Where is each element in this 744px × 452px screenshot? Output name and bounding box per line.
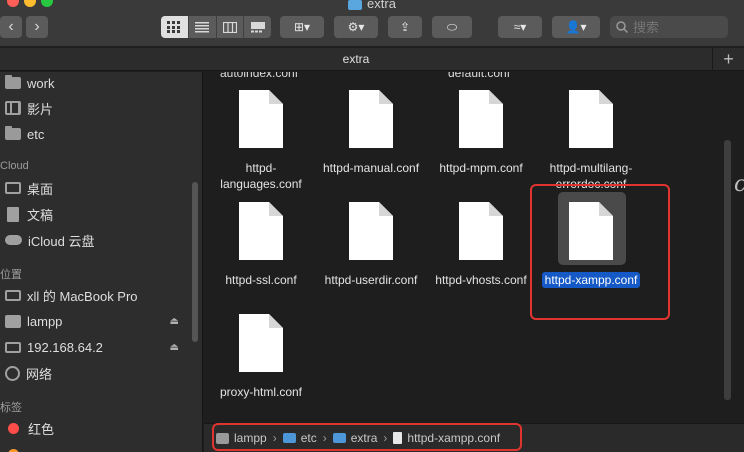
film-icon [5, 101, 21, 115]
back-button[interactable]: ‹ [0, 16, 22, 38]
new-tab-button[interactable]: + [712, 48, 744, 71]
tab-extra[interactable]: extra [0, 48, 712, 71]
file-item[interactable]: httpd-languages.conf [206, 72, 316, 191]
file-name: httpd-ssl.conf [225, 273, 297, 287]
file-item[interactable]: httpd-manual.conf [316, 72, 426, 184]
sidebar-item-movies[interactable]: 影片 [0, 97, 195, 119]
sidebar-item-tag-red[interactable]: 红色 [0, 417, 195, 439]
sidebar-section-locations[interactable]: 位置 [0, 266, 22, 282]
sidebar-item-network[interactable]: 网络 [0, 362, 195, 384]
user-menu-button[interactable]: 👤▾ [552, 16, 600, 38]
globe-icon [5, 365, 20, 381]
sidebar-scrollbar[interactable] [192, 182, 198, 342]
folder-icon [5, 126, 21, 140]
action-menu-button[interactable]: ⚙▾ [334, 16, 378, 38]
folder-icon [348, 0, 363, 10]
sidebar-item-work[interactable]: work [0, 72, 195, 94]
list-icon [195, 21, 210, 32]
sidebar-item-documents[interactable]: 文稿 [0, 203, 195, 225]
search-input[interactable] [633, 19, 723, 35]
file-icon-grid: autoindex.conf default.conf httpd-langua… [204, 72, 744, 422]
disk-icon [5, 314, 21, 328]
file-item[interactable]: httpd-mpm.conf [426, 72, 536, 184]
annotation-highlight-box [530, 184, 670, 320]
forward-button[interactable]: › [26, 16, 48, 38]
sidebar-item-lampp[interactable]: lampp ⏏ [0, 310, 195, 332]
column-view-button[interactable] [217, 16, 245, 38]
sidebar-section-icloud[interactable]: Cloud [0, 160, 29, 172]
folder-icon [5, 75, 21, 89]
file-item[interactable]: httpd-multilang-errordoc.conf [536, 72, 646, 191]
file-item[interactable]: proxy-html.conf [206, 296, 316, 408]
document-file-icon [459, 202, 503, 260]
file-item[interactable]: httpd-ssl.conf [206, 184, 316, 296]
list-view-button[interactable] [189, 16, 217, 38]
tab-bar: extra + [0, 48, 744, 71]
cloud-icon [5, 235, 22, 245]
file-name: httpd-userdir.conf [324, 273, 418, 287]
file-name: proxy-html.conf [219, 385, 303, 399]
document-icon [7, 206, 19, 222]
file-item[interactable]: httpd-userdir.conf [316, 184, 426, 296]
sidebar-item-tag-orange[interactable] [0, 443, 195, 452]
eject-icon[interactable]: ⏏ [170, 342, 179, 353]
sidebar-item-icloud-drive[interactable]: iCloud 云盘 [0, 229, 195, 251]
share-button[interactable]: ⇪ [388, 16, 422, 38]
document-file-icon [239, 202, 283, 260]
document-file-icon [239, 314, 283, 372]
icon-view-button[interactable] [161, 16, 189, 38]
file-name: httpd-mpm.conf [439, 161, 523, 175]
eject-icon[interactable]: ⏏ [170, 316, 179, 327]
group-by-button[interactable]: ⊞▾ [280, 16, 324, 38]
sidebar-section-tags[interactable]: 标签 [0, 399, 22, 415]
file-name: httpd-manual.conf [322, 161, 420, 175]
gallery-icon [250, 21, 265, 32]
laptop-icon [5, 289, 21, 301]
document-file-icon [349, 90, 393, 148]
title-bar: extra ‹ › ⊞▾ ⚙▾ ⇪ ⬭ ≈▾ 👤▾ [0, 0, 744, 47]
annotation-highlight-box [212, 423, 522, 451]
document-file-icon [569, 90, 613, 148]
window-title: extra [0, 0, 744, 11]
grid-icon [167, 21, 181, 33]
view-mode-segmented-control[interactable] [161, 16, 271, 38]
search-field[interactable] [610, 16, 728, 38]
document-file-icon [239, 90, 283, 148]
columns-icon [222, 21, 237, 33]
edit-tags-button[interactable]: ⬭ [432, 16, 472, 38]
orange-tag-dot-icon [8, 448, 19, 452]
sidebar-item-macbook[interactable]: xll 的 MacBook Pro [0, 284, 195, 306]
sidebar-item-server[interactable]: 192.168.64.2 ⏏ [0, 336, 195, 358]
edit-button[interactable]: ≈▾ [498, 16, 542, 38]
file-name: httpd-vhosts.conf [435, 273, 527, 287]
desktop-icon [5, 182, 21, 194]
sidebar: work 影片 etc Cloud 桌面 文稿 iCloud 云盘 位置 xll… [0, 72, 203, 452]
edge-fragment: c [734, 172, 744, 197]
sidebar-item-desktop[interactable]: 桌面 [0, 177, 195, 199]
sidebar-item-etc[interactable]: etc [0, 123, 195, 145]
red-tag-dot-icon [8, 422, 19, 434]
gallery-view-button[interactable] [244, 16, 271, 38]
file-item[interactable]: httpd-vhosts.conf [426, 184, 536, 296]
search-icon [616, 21, 628, 33]
content-scrollbar[interactable] [724, 140, 731, 400]
monitor-icon [5, 341, 21, 353]
document-file-icon [349, 202, 393, 260]
document-file-icon [459, 90, 503, 148]
